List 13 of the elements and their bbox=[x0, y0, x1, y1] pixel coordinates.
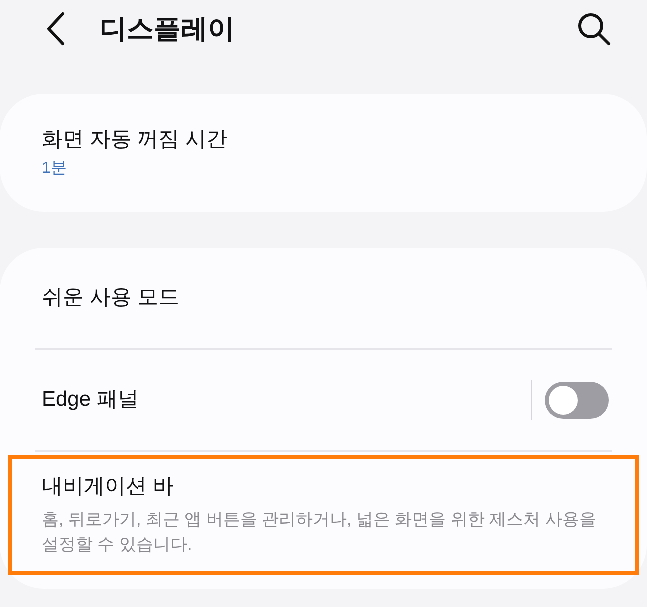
highlight-frame[interactable]: 내비게이션 바 홈, 뒤로가기, 최근 앱 버튼을 관리하거나, 넓은 화면을 위한 제스처 사용을 설정할 수 있습니다. bbox=[8, 455, 639, 575]
item-value: 1분 bbox=[42, 159, 68, 179]
item-title: 쉬운 사용 모드 bbox=[42, 285, 180, 311]
back-chevron-icon bbox=[45, 12, 67, 46]
item-title: 화면 자동 꺼짐 시간 bbox=[42, 127, 228, 153]
page-title: 디스플레이 bbox=[100, 12, 236, 46]
search-icon bbox=[577, 12, 611, 46]
toggle-switch[interactable] bbox=[545, 382, 609, 418]
item-description: 홈, 뒤로가기, 최근 앱 버튼을 관리하거나, 넓은 화면을 위한 제스처 사용을 설정할 수 있습니다. bbox=[42, 509, 598, 556]
item-title: Edge 패널 bbox=[42, 387, 140, 413]
item-title: 내비게이션 바 bbox=[42, 474, 175, 500]
search-button[interactable] bbox=[577, 12, 611, 46]
toggle-thumb-icon bbox=[549, 386, 578, 414]
